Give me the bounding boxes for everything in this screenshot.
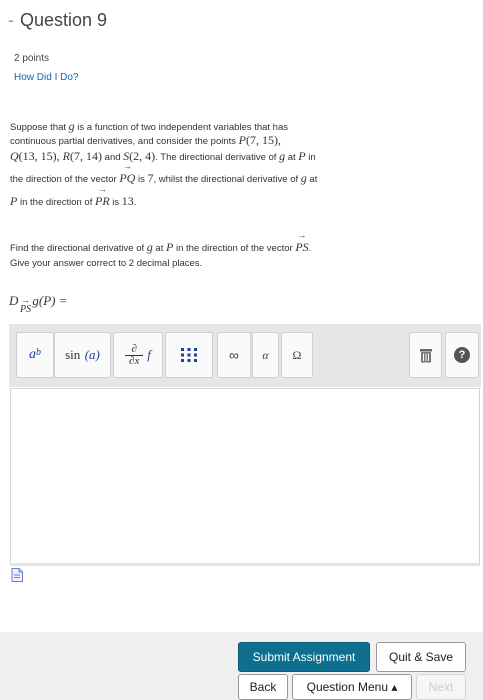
find-line-1: Find the directional derivative of g at …	[10, 240, 311, 255]
body-line-3: Q(13, 15), R(7, 14) and S(2, 4). The dir…	[10, 149, 316, 163]
infinity-icon: ∞	[229, 347, 239, 363]
answer-input[interactable]	[10, 388, 480, 564]
file-icon[interactable]	[11, 568, 23, 582]
back-button[interactable]: Back	[238, 674, 288, 700]
trash-button[interactable]	[409, 332, 442, 378]
matrix-button[interactable]	[165, 332, 213, 378]
omega-icon: Ω	[292, 347, 302, 362]
math-toolbar: ab sin (a) ∂ ∂x f ∞ α Ω ?	[9, 324, 481, 387]
collapse-dash[interactable]: -	[8, 10, 14, 30]
question-menu-button[interactable]: Question Menu ▴	[292, 674, 412, 700]
directional-derivative-label: Dg(P) = → PS	[9, 293, 68, 315]
trash-icon	[419, 348, 432, 362]
sin-button[interactable]: sin (a)	[54, 332, 111, 378]
vector-pq: PQ	[119, 171, 135, 186]
body-line-4: the direction of the vector PQ is 7, whi…	[10, 171, 317, 186]
question-mark-icon: ?	[454, 347, 470, 363]
symbols-button[interactable]: Ω	[281, 332, 313, 378]
next-button[interactable]: Next	[416, 674, 466, 700]
vector-ps: PS	[295, 240, 308, 255]
question-points: 2 points	[14, 53, 50, 64]
alpha-icon: α	[262, 347, 269, 362]
infinity-button[interactable]: ∞	[217, 332, 251, 378]
vector-pr: PR	[95, 194, 110, 209]
matrix-icon	[181, 348, 197, 362]
arrow-icon: →	[21, 295, 30, 305]
question-header: - Question 9	[8, 10, 107, 31]
submit-assignment-button[interactable]: Submit Assignment	[238, 642, 370, 672]
quit-and-save-button[interactable]: Quit & Save	[376, 642, 466, 672]
how-did-i-do-link[interactable]: How Did I Do?	[14, 72, 78, 83]
greek-button[interactable]: α	[252, 332, 279, 378]
body-line-5: P in the direction of PR is 13.	[10, 194, 136, 209]
question-title: Question 9	[20, 10, 108, 30]
find-line-2: Give your answer correct to 2 decimal pl…	[10, 258, 203, 269]
body-line-1: Suppose that g is a function of two inde…	[10, 119, 289, 133]
body-line-2: continuous partial derivatives, and cons…	[10, 133, 282, 147]
power-button[interactable]: ab	[16, 332, 54, 378]
help-button[interactable]: ?	[445, 332, 479, 378]
partial-derivative-button[interactable]: ∂ ∂x f	[113, 332, 163, 378]
answer-input-shadow	[10, 563, 480, 566]
